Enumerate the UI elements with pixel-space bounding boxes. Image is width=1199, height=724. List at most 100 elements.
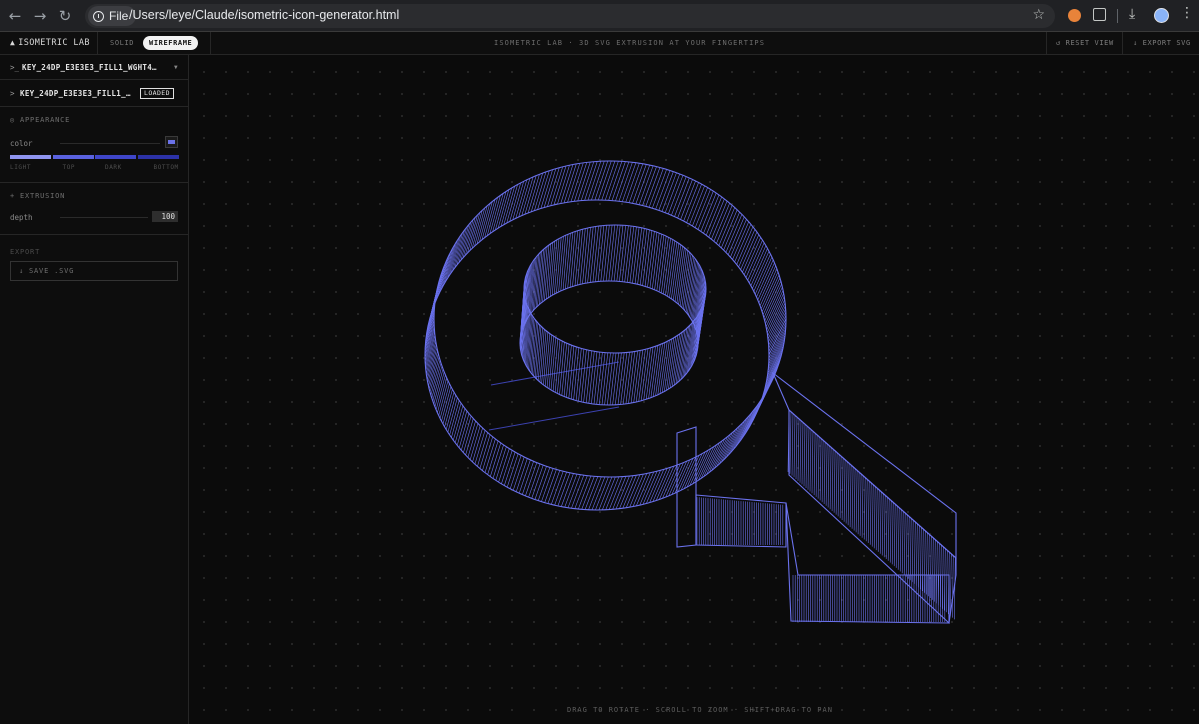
appearance-section: ◎ APPEARANCE color LIGHT TOP DARK BOTTOM	[0, 107, 188, 183]
download-icon[interactable]: ⤓	[1129, 6, 1135, 22]
hatch-line	[587, 226, 594, 283]
mode-solid-button[interactable]: SOLID	[110, 39, 134, 47]
hatch-line	[907, 516, 910, 579]
hatch-line	[561, 343, 567, 396]
hatch-line	[696, 280, 706, 335]
hatch-line	[589, 226, 597, 283]
hatch-line	[835, 452, 838, 515]
extension-icon[interactable]	[1068, 9, 1081, 22]
hatch-line	[484, 199, 496, 238]
url-text[interactable]: /Users/leye/Claude/isometric-icon-genera…	[129, 8, 399, 22]
hatch-line	[611, 161, 626, 201]
chevron-right-icon: >	[10, 89, 15, 98]
hatch-line	[580, 161, 595, 201]
hatch-line	[952, 555, 954, 618]
hatch-line	[525, 462, 538, 496]
bookmark-star-icon[interactable]: ☆	[1032, 7, 1045, 23]
hatch-line	[568, 346, 575, 399]
hatch-line	[463, 418, 474, 453]
hatch-line	[667, 240, 676, 297]
shade-label: TOP	[62, 164, 76, 171]
hatch-line	[930, 536, 932, 599]
hatch-line	[557, 165, 570, 205]
hatch-line	[903, 512, 906, 576]
hatch-line	[893, 504, 896, 567]
hatch-line	[677, 179, 693, 219]
back-icon[interactable]: ←	[5, 6, 25, 26]
save-svg-button[interactable]: ↓ SAVE .SVG	[10, 261, 178, 281]
mode-wireframe-button[interactable]: WIREFRAME	[143, 36, 199, 50]
hatch-line	[754, 256, 773, 295]
hatch-line	[756, 259, 774, 298]
viewport-canvas[interactable]: DRAG TO ROTATE · SCROLL TO ZOOM · SHIFT+…	[189, 55, 1199, 724]
address-bar[interactable]: File /Users/leye/Claude/isometric-icon-g…	[85, 4, 1055, 28]
hatch-line	[605, 224, 613, 282]
browser-menu-icon[interactable]: ⋮	[1180, 5, 1194, 21]
hatch-line	[877, 489, 880, 552]
hatch-line	[615, 161, 630, 201]
loaded-file-row[interactable]: > KEY_24DP_E3E3E3_FILL1_… LOADED	[0, 80, 188, 107]
hatch-line	[642, 166, 657, 206]
hatch-line	[859, 473, 862, 536]
hatch-line	[732, 221, 749, 260]
hatch-line	[851, 466, 854, 529]
brand-triangle-icon: ▲	[10, 38, 16, 47]
hatch-line	[738, 229, 756, 268]
hatch-line	[683, 455, 700, 489]
hatch-line	[588, 351, 595, 404]
hatch-line	[849, 465, 852, 528]
hatch-line	[613, 225, 621, 282]
hatch-line	[453, 405, 464, 441]
forward-icon[interactable]: →	[30, 6, 50, 26]
hatch-line	[577, 229, 583, 286]
shade-dark	[95, 155, 136, 159]
hatch-line	[552, 338, 559, 392]
hatch-line	[598, 476, 613, 511]
hatch-line	[871, 484, 874, 547]
hatch-line	[833, 450, 836, 513]
hatch-line	[554, 339, 561, 393]
hatch-line	[571, 475, 585, 509]
color-picker[interactable]	[165, 136, 178, 148]
color-label: color	[10, 139, 33, 148]
reset-view-button[interactable]: ↺ RESET VIEW	[1056, 39, 1114, 47]
hatch-line	[734, 224, 752, 263]
hatch-line	[618, 162, 633, 202]
hatch-line	[639, 471, 654, 506]
hatch-line	[543, 168, 557, 208]
hatch-line	[433, 368, 444, 405]
hatch-line	[879, 491, 882, 554]
extensions-puzzle-icon[interactable]	[1093, 8, 1106, 21]
profile-avatar[interactable]	[1154, 8, 1169, 23]
export-svg-button[interactable]: ↓ EXPORT SVG	[1133, 39, 1191, 47]
loaded-file-name: KEY_24DP_E3E3E3_FILL1_…	[20, 89, 131, 98]
hatch-line	[825, 443, 828, 506]
hatch-line	[795, 417, 798, 480]
hatch-line	[569, 231, 576, 288]
hatch-line	[855, 470, 858, 533]
hatch-line	[541, 468, 554, 502]
depth-slider[interactable]	[60, 217, 148, 218]
key-wireframe-model[interactable]	[189, 55, 1199, 724]
shade-light	[10, 155, 51, 159]
hatch-line	[608, 476, 623, 510]
hatch-line	[544, 469, 557, 503]
hatch-line	[725, 214, 743, 253]
file-select[interactable]: >_ KEY_24DP_E3E3E3_FILL1_WGHT4… ▼	[0, 55, 188, 80]
hatch-line	[899, 509, 902, 572]
reload-icon[interactable]: ↻	[55, 6, 75, 26]
hatch-line	[560, 235, 566, 291]
hatch-line	[574, 229, 581, 286]
hatch-line	[584, 476, 599, 510]
hatch-line	[593, 352, 600, 405]
hatch-line	[579, 228, 586, 285]
depth-input[interactable]: 100	[152, 211, 178, 222]
hatch-line	[561, 473, 574, 507]
hatch-line	[648, 168, 664, 208]
hatch-line	[597, 225, 605, 282]
hatch-line	[865, 479, 868, 542]
hatch-line	[673, 244, 682, 301]
hatch-line	[661, 172, 677, 212]
hatch-line	[537, 170, 550, 210]
hatch-line	[565, 233, 571, 290]
